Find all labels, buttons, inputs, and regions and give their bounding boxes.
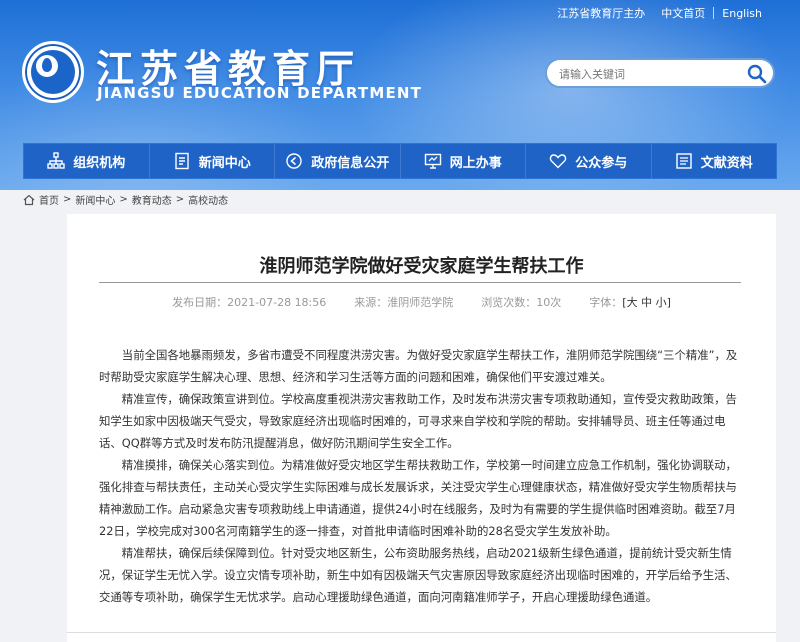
font-mid-button[interactable]: 中 (641, 296, 652, 309)
article-paragraph: 精准宣传，确保政策宣讲到位。学校高度重视洪涝灾害救助工作，及时发布洪涝灾害专项救… (99, 392, 737, 450)
host-text: 江苏省教育厅主办 (557, 7, 646, 20)
font-size-control: 字体：[大 中 小] (589, 294, 671, 310)
search-input[interactable] (559, 65, 739, 83)
title-divider (99, 282, 741, 283)
article-paragraph: 当前全国各地暴雨频发，多省市遭受不同程度洪涝灾害。为做好受灾家庭学生帮扶工作，淮… (99, 348, 738, 384)
home-link[interactable]: 中文首页 (653, 5, 713, 21)
org-icon (47, 152, 65, 169)
nav-label: 新闻中心 (198, 155, 251, 171)
service-icon (424, 153, 441, 169)
heart-icon (550, 154, 567, 169)
site-logo[interactable] (22, 41, 84, 103)
main-nav: 组织机构 新闻中心 政府信息公开 网上办事 公众参与 文献资料 (23, 143, 777, 179)
breadcrumb-sep: > (119, 194, 128, 205)
info-icon (286, 153, 302, 169)
nav-item-service[interactable]: 网上办事 (401, 144, 526, 178)
english-link[interactable]: English (714, 7, 770, 20)
site-subtitle: JIANGSU EDUCATION DEPARTMENT (97, 84, 423, 102)
top-links: 江苏省教育厅主办 中文首页 English (549, 5, 770, 21)
logo-drop-icon (42, 58, 52, 72)
nav-item-org[interactable]: 组织机构 (24, 144, 150, 178)
nav-label: 组织机构 (73, 155, 126, 171)
article-title: 淮阴师范学院做好受灾家庭学生帮扶工作 (259, 256, 584, 277)
breadcrumb: 首页 > 新闻中心 > 教育动态 > 高校动态 (23, 192, 228, 207)
breadcrumb-item-home[interactable]: 首页 (39, 192, 59, 207)
home-icon (23, 194, 35, 205)
nav-item-info[interactable]: 政府信息公开 (275, 144, 401, 178)
nav-item-public[interactable]: 公众参与 (526, 144, 652, 178)
nav-label: 文献资料 (700, 155, 753, 171)
nav-label: 公众参与 (575, 155, 628, 171)
article-panel: 淮阴师范学院做好受灾家庭学生帮扶工作 发布日期：2021-07-28 18:56… (67, 214, 776, 642)
article-source: 来源：淮阴师范学院 (354, 296, 454, 309)
article-paragraph: 精准摸排，确保关心落实到位。为精准做好受灾地区学生帮扶救助工作，学校第一时间建立… (99, 458, 737, 538)
docs-icon (676, 153, 692, 169)
article-paragraph: 精准帮扶，确保后续保障到位。针对受灾地区新生，公布资助服务热线，启动2021级新… (99, 546, 737, 604)
bottom-divider (67, 632, 776, 633)
news-icon (175, 152, 189, 170)
article-body: 当前全国各地暴雨频发，多省市遭受不同程度洪涝灾害。为做好受灾家庭学生帮扶工作，淮… (99, 344, 745, 608)
nav-item-news[interactable]: 新闻中心 (150, 144, 275, 178)
search-icon[interactable] (745, 62, 769, 86)
breadcrumb-sep: > (63, 194, 72, 205)
font-small-button[interactable]: 小 (656, 296, 667, 309)
site-header: 江苏省教育厅主办 中文首页 English 江苏省教育厅 JIANGSU EDU… (0, 0, 800, 190)
breadcrumb-sep: > (175, 194, 185, 205)
font-bracket-close: ] (666, 296, 671, 309)
nav-label: 政府信息公开 (311, 155, 390, 171)
font-large-button[interactable]: 大 (627, 296, 638, 309)
breadcrumb-item-college[interactable]: 高校动态 (188, 192, 228, 207)
publish-time: 发布日期：2021-07-28 18:56 (172, 296, 327, 309)
logo-core (36, 55, 58, 77)
breadcrumb-item-edu[interactable]: 教育动态 (132, 192, 172, 207)
article-meta: 发布日期：2021-07-28 18:56 来源：淮阴师范学院 浏览次数：10次… (67, 294, 776, 310)
search-box (545, 58, 775, 88)
breadcrumb-item-news[interactable]: 新闻中心 (75, 192, 115, 207)
font-label: 字体： (589, 296, 623, 309)
nav-item-docs[interactable]: 文献资料 (652, 144, 777, 178)
nav-label: 网上办事 (449, 155, 502, 171)
view-count: 浏览次数：10次 (481, 296, 562, 309)
